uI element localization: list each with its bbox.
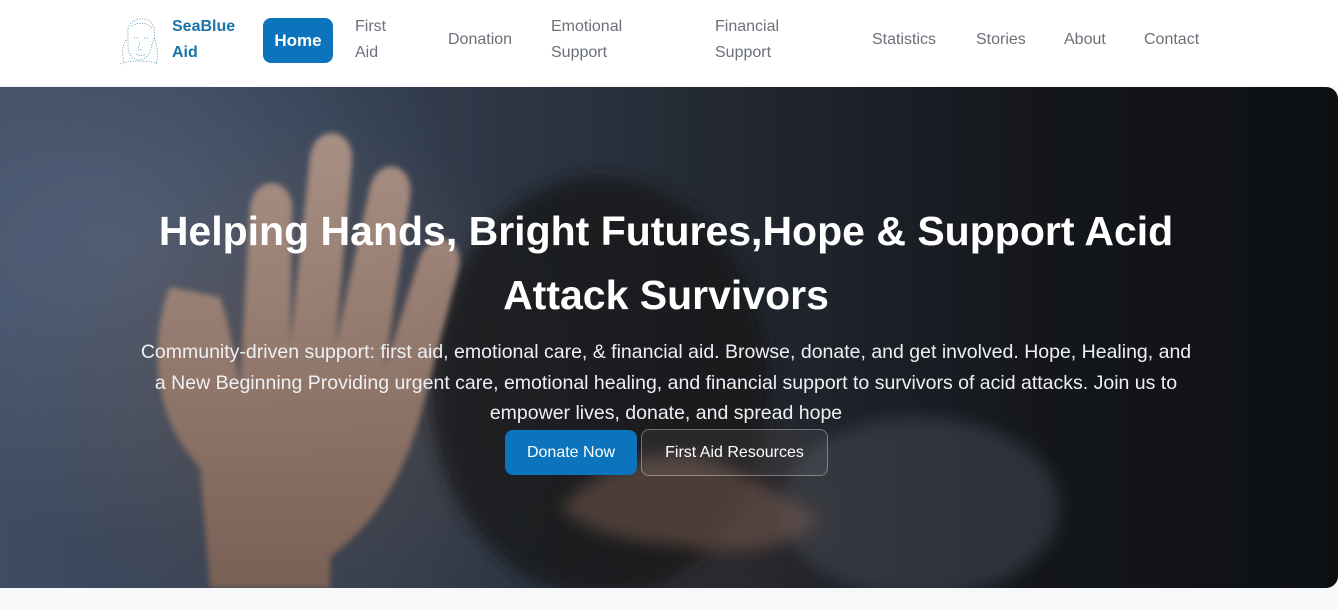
nav-link-home[interactable]: Home	[263, 18, 333, 63]
nav-link-first-aid[interactable]: First Aid	[355, 14, 405, 66]
navbar: SeaBlue Aid Home First Aid Donation Emot…	[0, 0, 1338, 86]
donate-now-button[interactable]: Donate Now	[505, 430, 637, 475]
nav-link-stories[interactable]: Stories	[976, 27, 1026, 53]
hero-title: Helping Hands, Bright Futures,Hope & Sup…	[158, 208, 1174, 318]
first-aid-resources-button[interactable]: First Aid Resources	[641, 429, 828, 476]
hero-subtitle: Community-driven support: first aid, emo…	[140, 341, 1192, 424]
nav-link-emotional-support[interactable]: Emotional Support	[551, 14, 641, 66]
hero-banner: Helping Hands, Bright Futures,Hope & Sup…	[0, 87, 1338, 588]
brand-name: SeaBlue Aid	[172, 18, 236, 61]
nav-link-statistics[interactable]: Statistics	[872, 27, 936, 53]
nav-link-about[interactable]: About	[1064, 27, 1106, 53]
nav-link-donation[interactable]: Donation	[448, 27, 512, 53]
nav-link-financial-support[interactable]: Financial Support	[715, 14, 805, 66]
brand-link[interactable]: SeaBlue Aid	[118, 14, 242, 66]
sketch-face-logo-icon	[119, 18, 159, 65]
nav-link-contact[interactable]: Contact	[1144, 27, 1199, 53]
